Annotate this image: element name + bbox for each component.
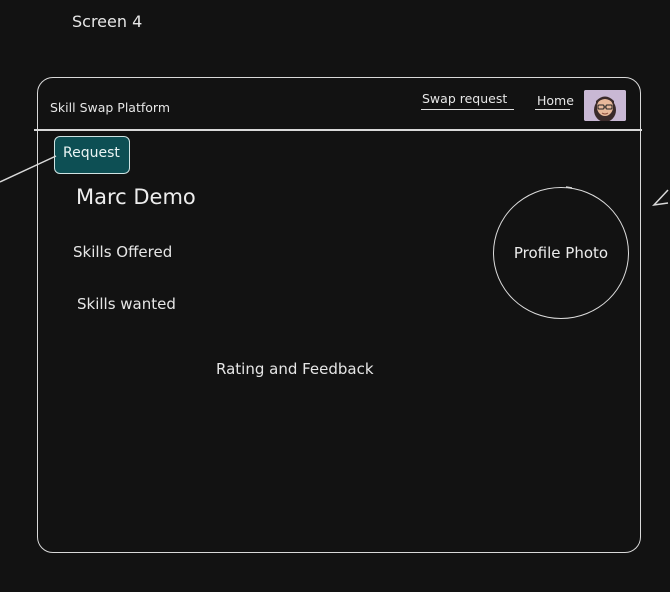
profile-circle-tick	[565, 186, 573, 189]
right-arrow-head	[652, 189, 669, 207]
left-arrow-line	[0, 155, 57, 183]
annotation-arrows	[0, 155, 669, 207]
